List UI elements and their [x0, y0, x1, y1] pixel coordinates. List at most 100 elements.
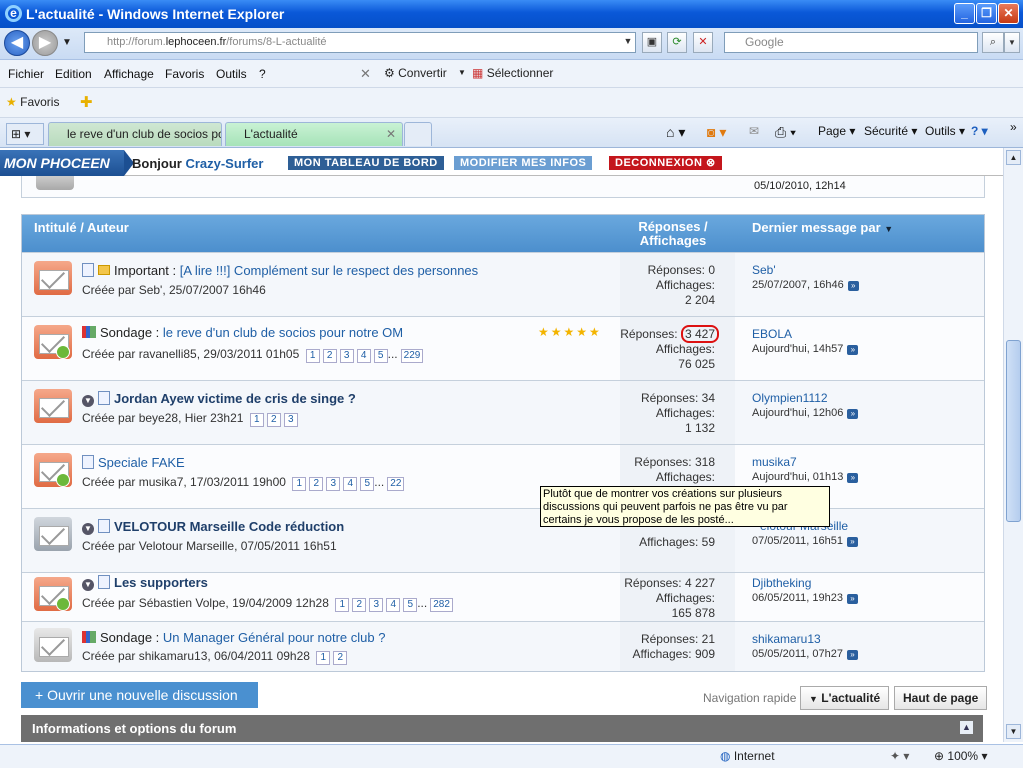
- page-link[interactable]: 229: [400, 349, 424, 363]
- page-menu[interactable]: Page ▾: [818, 124, 855, 138]
- tab-actualite[interactable]: L'actualité ✕: [225, 122, 403, 146]
- menu-fichier[interactable]: Fichier: [8, 67, 44, 81]
- page-link[interactable]: 2: [333, 651, 348, 665]
- collapse-icon[interactable]: ▲: [960, 721, 973, 734]
- refresh-icon[interactable]: ⟳: [667, 32, 687, 53]
- menu-help[interactable]: ?: [259, 67, 266, 81]
- new-discussion-button[interactable]: + Ouvrir une nouvelle discussion: [21, 682, 258, 708]
- tab-socios[interactable]: le reve d'un club de socios po...: [48, 122, 222, 146]
- username-link[interactable]: Crazy-Surfer: [185, 156, 263, 171]
- forum-jump-button[interactable]: ▼ L'actualité: [800, 686, 890, 710]
- top-of-page-button[interactable]: Haut de page: [894, 686, 988, 710]
- last-post-user[interactable]: shikamaru13: [752, 632, 858, 647]
- stop-icon[interactable]: ✕: [693, 32, 713, 53]
- help-icon[interactable]: ? ▾: [971, 124, 988, 138]
- zoom-control[interactable]: ⊕ 100% ▾: [934, 749, 987, 763]
- page-link[interactable]: 3: [283, 413, 298, 427]
- add-favorite-icon[interactable]: ✚: [80, 93, 93, 111]
- page-link[interactable]: 2: [266, 413, 281, 427]
- menu-favoris[interactable]: Favoris: [165, 67, 204, 81]
- go-to-post-icon[interactable]: »: [847, 473, 859, 483]
- phoceen-logo[interactable]: MON PHOCEEN: [0, 150, 134, 176]
- page-link[interactable]: 1: [292, 477, 307, 491]
- maximize-button[interactable]: ❐: [976, 3, 997, 24]
- tab-close-icon[interactable]: ✕: [386, 123, 396, 145]
- page-link[interactable]: 4: [386, 598, 401, 612]
- page-link[interactable]: 3: [326, 477, 341, 491]
- first-unread-icon[interactable]: ▼: [82, 579, 94, 591]
- home-icon[interactable]: ⌂ ▾: [666, 124, 685, 141]
- menu-edition[interactable]: Edition: [55, 67, 92, 81]
- search-input[interactable]: Google: [724, 32, 978, 53]
- page-link[interactable]: 1: [335, 598, 350, 612]
- go-to-post-icon[interactable]: »: [846, 594, 858, 604]
- forward-button[interactable]: ▶: [32, 30, 58, 56]
- chevron-right-icon[interactable]: »: [1010, 120, 1017, 134]
- page-link[interactable]: 2: [322, 349, 337, 363]
- col-title-header[interactable]: Intitulé / Auteur: [34, 220, 129, 235]
- thread-link[interactable]: Un Manager Général pour notre club ?: [163, 630, 386, 645]
- thread-link[interactable]: [A lire !!!] Complément sur le respect d…: [180, 263, 478, 278]
- convert-button[interactable]: ⚙ Convertir: [384, 66, 447, 80]
- scroll-up-icon[interactable]: ▲: [1006, 150, 1021, 165]
- thread-link[interactable]: Les supporters: [114, 575, 208, 590]
- menu-outils[interactable]: Outils: [216, 67, 247, 81]
- quick-tabs-button[interactable]: ⊞ ▾: [6, 123, 44, 145]
- page-link[interactable]: 2: [309, 477, 324, 491]
- page-link[interactable]: 3: [339, 349, 354, 363]
- edit-profile-button[interactable]: MODIFIER MES INFOS: [454, 156, 593, 170]
- mail-icon[interactable]: ✉: [749, 124, 759, 138]
- go-to-post-icon[interactable]: »: [847, 281, 859, 291]
- minimize-button[interactable]: _: [954, 3, 975, 24]
- scroll-thumb[interactable]: [1006, 340, 1021, 522]
- go-to-post-icon[interactable]: »: [846, 650, 858, 660]
- rss-icon[interactable]: ◙ ▾: [707, 124, 726, 141]
- search-icon[interactable]: ⌕: [982, 32, 1004, 53]
- convert-dropdown-icon[interactable]: ▼: [458, 68, 466, 77]
- compat-view-icon[interactable]: ▣: [642, 32, 662, 53]
- last-post-user[interactable]: musika7: [752, 455, 858, 470]
- go-to-post-icon[interactable]: »: [847, 409, 859, 419]
- go-to-post-icon[interactable]: »: [846, 537, 858, 547]
- page-link[interactable]: 1: [316, 651, 331, 665]
- search-options-icon[interactable]: ▼: [1004, 32, 1020, 53]
- dashboard-button[interactable]: MON TABLEAU DE BORD: [288, 156, 444, 170]
- page-link[interactable]: 1: [305, 349, 320, 363]
- page-link[interactable]: 5: [373, 349, 388, 363]
- last-post-user[interactable]: EBOLA: [752, 327, 858, 342]
- close-window-button[interactable]: ✕: [998, 3, 1019, 24]
- vertical-scrollbar[interactable]: ▲ ▼: [1003, 148, 1023, 742]
- favorites-button[interactable]: ★ Favoris: [6, 95, 59, 109]
- back-button[interactable]: ◀: [4, 30, 30, 56]
- url-dropdown-icon[interactable]: ▼: [621, 33, 635, 52]
- history-dropdown-icon[interactable]: ▼: [62, 37, 72, 48]
- page-link[interactable]: 2: [352, 598, 367, 612]
- col-last-header[interactable]: Dernier message par ▼: [752, 220, 893, 235]
- url-input[interactable]: http://forum.lephoceen.fr/forums/8-L-act…: [84, 32, 636, 53]
- go-to-post-icon[interactable]: »: [847, 345, 859, 355]
- page-link[interactable]: 5: [360, 477, 375, 491]
- last-post-user[interactable]: Djibtheking: [752, 576, 858, 591]
- new-tab-button[interactable]: [404, 122, 432, 146]
- thread-link[interactable]: le reve d'un club de socios pour notre O…: [163, 325, 403, 340]
- replies-count-highlight[interactable]: 3 427: [680, 325, 719, 343]
- select-button[interactable]: ▦ Sélectionner: [472, 66, 553, 80]
- page-link[interactable]: 4: [343, 477, 358, 491]
- page-link[interactable]: 1: [249, 413, 264, 427]
- protected-mode-icon[interactable]: ✦ ▾: [890, 749, 909, 763]
- last-post-user[interactable]: Olympien1112: [752, 391, 858, 406]
- menu-affichage[interactable]: Affichage: [104, 67, 154, 81]
- print-icon[interactable]: ⎙ ▾: [775, 124, 796, 141]
- security-zone[interactable]: ◍ Internet: [720, 749, 775, 763]
- page-link[interactable]: 3: [369, 598, 384, 612]
- page-link[interactable]: 22: [387, 477, 405, 491]
- security-menu[interactable]: Sécurité ▾: [864, 124, 917, 138]
- thread-link[interactable]: Speciale FAKE: [98, 455, 185, 470]
- first-unread-icon[interactable]: ▼: [82, 395, 94, 407]
- col-stats-header[interactable]: Réponses / Affichages: [628, 220, 718, 248]
- page-link[interactable]: 5: [403, 598, 418, 612]
- scroll-down-icon[interactable]: ▼: [1006, 724, 1021, 739]
- last-post-user[interactable]: Seb': [752, 263, 859, 278]
- page-link[interactable]: 282: [430, 598, 453, 612]
- thread-link[interactable]: VELOTOUR Marseille Code réduction: [114, 519, 344, 534]
